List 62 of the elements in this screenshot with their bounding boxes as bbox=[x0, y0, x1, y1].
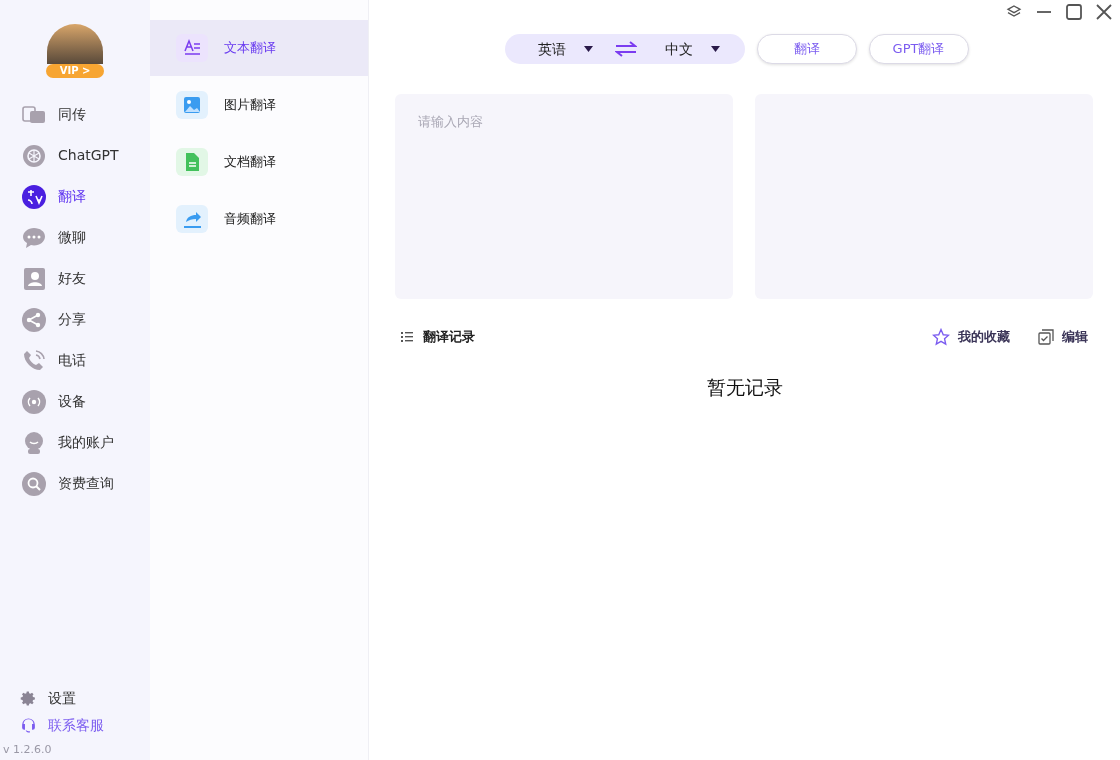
settings-link[interactable]: 设置 bbox=[48, 687, 76, 709]
target-language-dropdown[interactable]: 中文 bbox=[664, 38, 720, 60]
translation-mode-label: 图片翻译 bbox=[224, 96, 276, 115]
sidebar-item[interactable]: 我的账户 bbox=[0, 422, 150, 463]
translate-button[interactable]: 翻译 bbox=[756, 34, 857, 64]
list-icon bbox=[401, 331, 413, 342]
text-format-icon bbox=[176, 34, 208, 62]
favorites-button[interactable]: 我的收藏 bbox=[932, 327, 1010, 347]
sidebar-item[interactable]: 翻译 bbox=[0, 176, 150, 217]
sidebar-item[interactable]: ChatGPT bbox=[0, 135, 150, 176]
translation-mode-item[interactable]: 文档翻译 bbox=[150, 134, 368, 190]
avatar-photo-placeholder[interactable] bbox=[47, 24, 103, 64]
sidebar-item-label: 好友 bbox=[58, 269, 86, 288]
sidebar-item-label: 翻译 bbox=[58, 187, 86, 206]
document-icon bbox=[176, 148, 208, 176]
translation-mode-label: 文本翻译 bbox=[224, 39, 276, 58]
translate-icon bbox=[22, 184, 46, 209]
caret-icon bbox=[710, 46, 720, 52]
broadcast-icon bbox=[22, 389, 46, 414]
translate-button[interactable]: GPT翻译 bbox=[868, 34, 969, 64]
chat-bubble-icon bbox=[22, 225, 46, 250]
sidebar-item-label: 设备 bbox=[58, 392, 86, 411]
sidebar-item[interactable]: 分享 bbox=[0, 299, 150, 340]
share-icon bbox=[22, 307, 46, 332]
sidebar-item-label: 电话 bbox=[58, 351, 86, 370]
sidebar-item-label: 分享 bbox=[58, 310, 86, 329]
close-icon[interactable] bbox=[1096, 4, 1112, 20]
sidebar-item-label: 微聊 bbox=[58, 228, 86, 247]
caret-icon bbox=[583, 46, 593, 52]
person-icon bbox=[22, 430, 46, 455]
translation-mode-item[interactable]: 图片翻译 bbox=[150, 77, 368, 133]
translation-mode-label: 文档翻译 bbox=[224, 153, 276, 172]
sidebar-item-label: 资费查询 bbox=[58, 474, 114, 493]
phone-icon bbox=[22, 348, 46, 373]
sidebar-item[interactable]: 设备 bbox=[0, 381, 150, 422]
sidebar-item[interactable]: 电话 bbox=[0, 340, 150, 381]
sidebar-item[interactable]: 好友 bbox=[0, 258, 150, 299]
translation-mode-item[interactable]: 音频翻译 bbox=[150, 191, 368, 247]
image-icon bbox=[176, 91, 208, 119]
empty-history-message: 暂无记录 bbox=[706, 374, 783, 400]
history-title: 翻译记录 bbox=[423, 328, 475, 346]
sidebar-item-label: 我的账户 bbox=[58, 433, 114, 452]
sidebar-item[interactable]: 微聊 bbox=[0, 217, 150, 258]
swap-icon[interactable] bbox=[614, 41, 637, 57]
maximize-icon[interactable] bbox=[1066, 4, 1082, 20]
source-language-dropdown[interactable]: 英语 bbox=[504, 38, 593, 60]
customer-service-link[interactable]: 联系客服 bbox=[48, 714, 104, 736]
sidebar-item[interactable]: 资费查询 bbox=[0, 463, 150, 504]
source-text-input[interactable]: 请输入内容 bbox=[395, 94, 733, 299]
settings-icon[interactable] bbox=[20, 689, 37, 707]
headset-icon[interactable] bbox=[20, 716, 37, 734]
sidebar-item-label: ChatGPT bbox=[58, 146, 119, 165]
search-icon bbox=[22, 471, 46, 496]
edit-checkbox-icon bbox=[1038, 328, 1054, 345]
sidebar-item-label: 同传 bbox=[58, 105, 86, 124]
version-text: v 1.2.6.0 bbox=[3, 741, 53, 758]
star-icon bbox=[932, 327, 950, 346]
contact-card-icon bbox=[22, 266, 46, 291]
translation-mode-label: 音频翻译 bbox=[224, 210, 276, 229]
edit-button[interactable]: 编辑 bbox=[1038, 327, 1088, 347]
translation-mode-item[interactable]: 文本翻译 bbox=[150, 20, 368, 76]
sidebar-item[interactable]: 同传 bbox=[0, 94, 150, 135]
